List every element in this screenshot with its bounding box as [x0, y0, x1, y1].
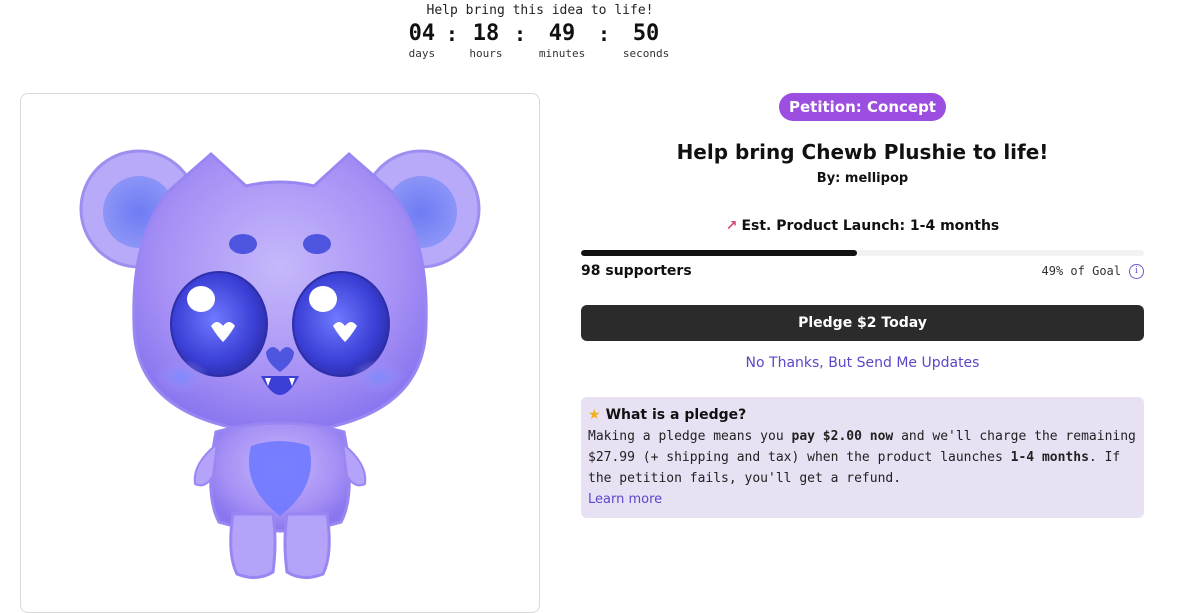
pledge-info-text: Making a pledge means you pay $2.00 now … [588, 426, 1137, 489]
pledge-info-title: ★ What is a pledge? [588, 405, 1137, 426]
rocket-icon: ↗ [725, 218, 738, 234]
minutes-label: minutes [538, 47, 586, 60]
seconds-value: 50 [632, 21, 660, 46]
seconds-label: seconds [622, 47, 670, 60]
countdown-minutes: 49 minutes [534, 21, 590, 60]
countdown-title: Help bring this idea to life! [426, 3, 654, 18]
stats-row: 98 supporters 49% of Goal i [581, 263, 1144, 279]
countdown-days: 04 days [406, 21, 438, 60]
countdown: Help bring this idea to life! 04 days : … [400, 0, 680, 60]
info-icon[interactable]: i [1129, 263, 1144, 279]
product-panel: Petition: Concept Help bring Chewb Plush… [581, 93, 1144, 518]
product-title: Help bring Chewb Plushie to life! [676, 140, 1049, 164]
progress-fill [581, 250, 857, 256]
separator: : [445, 22, 458, 46]
separator: : [513, 22, 527, 46]
send-updates-link[interactable]: No Thanks, But Send Me Updates [581, 355, 1144, 371]
minutes-value: 49 [548, 21, 576, 46]
star-icon: ★ [588, 407, 601, 423]
hours-value: 18 [472, 21, 500, 46]
countdown-hours: 18 hours [466, 21, 506, 60]
separator: : [598, 22, 611, 46]
days-value: 04 [408, 21, 436, 46]
pledge-launch-time: 1-4 months [1010, 450, 1089, 465]
goal-percentage: 49% of Goal i [1041, 263, 1144, 279]
right-leg [283, 512, 331, 579]
pledge-info-heading: What is a pledge? [605, 407, 747, 423]
goal-text: 49% of Goal [1041, 264, 1121, 278]
pledge-info-box: ★ What is a pledge? Making a pledge means… [581, 397, 1144, 518]
days-label: days [408, 47, 436, 60]
plushie-illustration [79, 149, 481, 579]
pledge-amount: pay $2.00 now [791, 429, 894, 444]
launch-estimate: ↗ Est. Product Launch: 1-4 months [581, 218, 1144, 234]
launch-text: Est. Product Launch: 1-4 months [741, 218, 1000, 234]
pledge-button[interactable]: Pledge $2 Today [581, 305, 1144, 341]
hours-label: hours [469, 47, 503, 60]
left-leg [229, 512, 277, 579]
countdown-timer: 04 days : 18 hours : 49 minutes : 50 sec… [400, 21, 680, 60]
product-image[interactable] [20, 93, 540, 613]
countdown-seconds: 50 seconds [618, 21, 674, 60]
product-author[interactable]: By: mellipop [581, 171, 1144, 186]
pledge-text-part: Making a pledge means you [588, 429, 792, 444]
progress-bar [581, 250, 1144, 256]
learn-more-link[interactable]: Learn more [588, 492, 662, 507]
supporters-count: 98 supporters [581, 263, 692, 279]
status-badge: Petition: Concept [779, 93, 946, 121]
